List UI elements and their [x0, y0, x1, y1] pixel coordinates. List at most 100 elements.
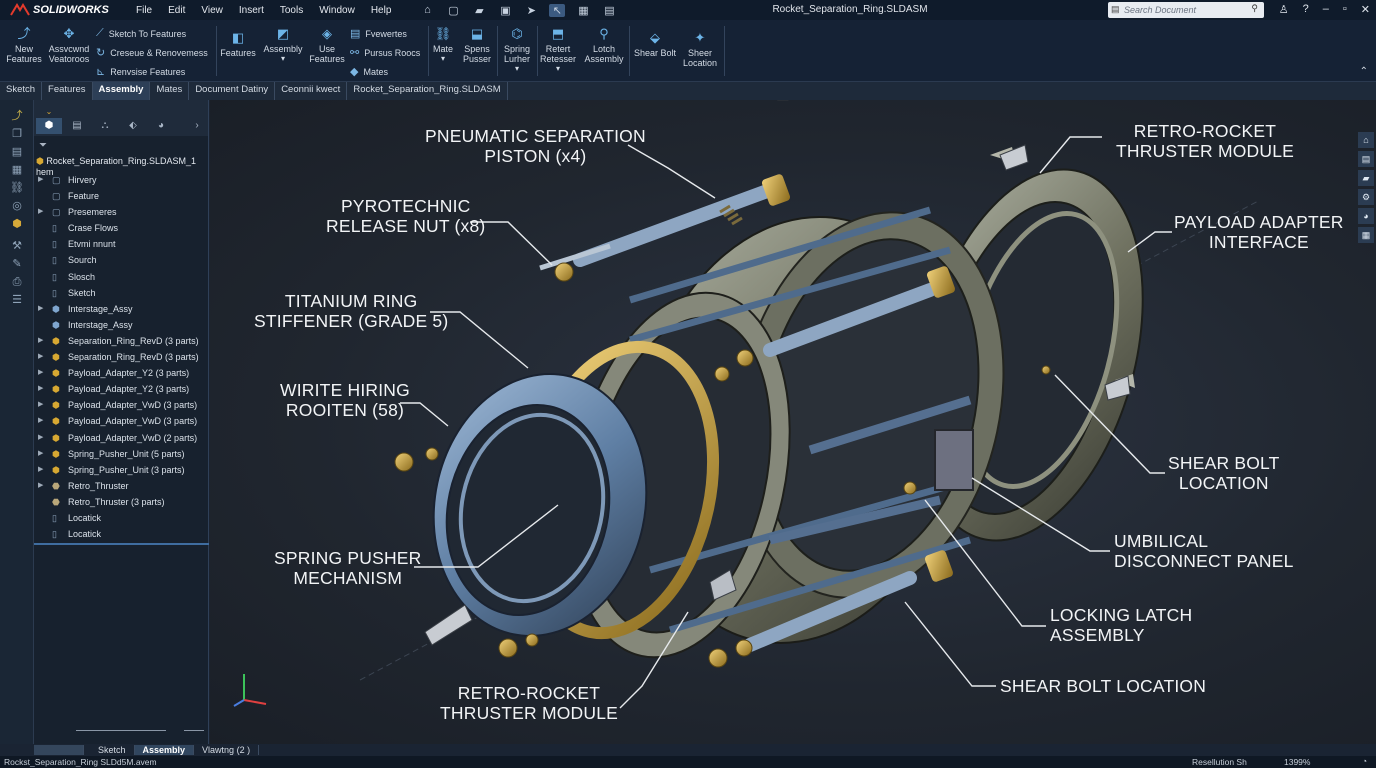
- tree-item[interactable]: ▯ Locatick: [34, 510, 209, 526]
- expand-arrow-icon[interactable]: ▶: [38, 365, 43, 381]
- design-library-tab-icon[interactable]: ▤: [1358, 151, 1374, 167]
- copy-icon[interactable]: ❐: [6, 126, 28, 142]
- filter-icon[interactable]: ⏷: [39, 140, 47, 151]
- grid-icon[interactable]: ▦: [6, 162, 28, 178]
- new-features-button[interactable]: ⤴ New Features: [6, 26, 42, 64]
- view-settings-icon[interactable]: ▭: [863, 100, 879, 101]
- expand-arrow-icon[interactable]: ▶: [38, 381, 43, 397]
- umbilical-panel[interactable]: [934, 429, 974, 491]
- tree-item[interactable]: ▶ ⬣ Retro_Thruster: [34, 478, 209, 494]
- expand-panel-icon[interactable]: ›: [184, 118, 210, 134]
- restore-icon[interactable]: ▫: [1343, 3, 1347, 16]
- edit-icon[interactable]: ✎: [6, 256, 28, 272]
- status-icon[interactable]: ◔: [1362, 756, 1367, 766]
- expand-arrow-icon[interactable]: ▶: [38, 204, 43, 220]
- tree-item[interactable]: ▢ Feature: [34, 188, 209, 204]
- options-icon[interactable]: ▤: [601, 4, 617, 17]
- open-folder-icon[interactable]: ▰: [471, 4, 487, 17]
- feature-tree-tab-icon[interactable]: ⬢: [36, 118, 62, 134]
- shear-bolt-button[interactable]: ⬙ Shear Bolt: [632, 30, 678, 58]
- file-explorer-tab-icon[interactable]: ▰: [1358, 170, 1374, 186]
- scene-icon[interactable]: ✺: [841, 100, 857, 101]
- tree-item[interactable]: ▯ Sourch: [34, 252, 209, 268]
- assembly-button[interactable]: ◩ Assembly ▾: [260, 26, 306, 64]
- layers-icon[interactable]: ▤: [6, 144, 28, 160]
- print-icon[interactable]: ⎙: [6, 274, 28, 290]
- tree-item[interactable]: ▯ Locatick: [34, 526, 209, 542]
- sketch-to-features-button[interactable]: ⟋ Sketch To Features: [96, 27, 186, 40]
- tree-item[interactable]: ▶ ⬢ Separation_Ring_RevD (3 parts): [34, 333, 209, 349]
- save-icon[interactable]: ▣: [497, 4, 513, 17]
- sheer-location-button[interactable]: ✦ Sheer Location: [680, 30, 720, 68]
- tree-item[interactable]: ▯ Etvmi nnunt: [34, 236, 209, 252]
- revise-features-button[interactable]: ⊾ Renvsise Features: [96, 65, 185, 78]
- tree-item[interactable]: ▶ ⬢ Spring_Pusher_Unit (5 parts): [34, 446, 209, 462]
- menu-window[interactable]: Window: [311, 5, 363, 16]
- display-style-icon[interactable]: ⬛: [775, 100, 791, 101]
- menu-file[interactable]: File: [128, 5, 160, 16]
- tree-item[interactable]: ⬢ Interstage_Assy: [34, 317, 209, 333]
- zoom-area-icon[interactable]: ⚲: [687, 100, 703, 101]
- retert-retesser-button[interactable]: ⬒ Retert Retesser ▾: [540, 26, 576, 74]
- tree-item[interactable]: ▶ ⬢ Separation_Ring_RevD (3 parts): [34, 349, 209, 365]
- expand-arrow-icon[interactable]: ▶: [38, 462, 43, 478]
- expand-arrow-icon[interactable]: ▶: [38, 446, 43, 462]
- tree-item[interactable]: ▯ Sketch: [34, 285, 209, 301]
- previous-view-icon[interactable]: ⤺: [709, 100, 725, 101]
- expand-arrow-icon[interactable]: ▶: [38, 333, 43, 349]
- menu-help[interactable]: Help: [363, 5, 400, 16]
- tree-item[interactable]: ▶ ⬢ Payload_Adapter_Y2 (3 parts): [34, 381, 209, 397]
- tab-bottom-sketch[interactable]: Sketch: [90, 745, 135, 755]
- view-palette-tab-icon[interactable]: ⚙: [1358, 189, 1374, 205]
- link-icon[interactable]: ⛓: [6, 180, 28, 196]
- tree-item[interactable]: ▶ ⬢ Payload_Adapter_Y2 (3 parts): [34, 365, 209, 381]
- menu-insert[interactable]: Insert: [231, 5, 272, 16]
- appearances-tab-icon[interactable]: ◕: [1358, 208, 1374, 224]
- property-manager-tab-icon[interactable]: ▤: [64, 118, 90, 134]
- expand-arrow-icon[interactable]: ▶: [38, 430, 43, 446]
- tab-ceonnii-kwect[interactable]: Ceonnii kwect: [275, 82, 348, 100]
- zoom-to-fit-icon[interactable]: ⚲: [665, 100, 681, 101]
- tree-item[interactable]: ▶ ⬢ Payload_Adapter_VwD (2 parts): [34, 430, 209, 446]
- close-icon[interactable]: ✕: [1361, 3, 1370, 16]
- expand-arrow-icon[interactable]: ▶: [38, 397, 43, 413]
- resources-tab-icon[interactable]: ⌂: [1358, 132, 1374, 148]
- user-icon[interactable]: ♙: [1279, 3, 1289, 16]
- spens-pusser-button[interactable]: ⬓ Spens Pusser: [460, 26, 494, 64]
- use-features-button[interactable]: ◈ Use Features: [308, 26, 346, 64]
- tab-features[interactable]: Features: [42, 82, 93, 100]
- tab-mates[interactable]: Mates: [150, 82, 190, 100]
- sketch-tool-icon[interactable]: ⤴: [6, 108, 28, 124]
- panel-scrollbar-end[interactable]: [184, 730, 204, 731]
- tab-document[interactable]: Rocket_Separation_Ring.SLDASM: [347, 82, 508, 100]
- create-renovemess-button[interactable]: ↻ Creseue & Renovemess: [96, 46, 208, 59]
- home-icon[interactable]: ⌂: [419, 4, 435, 16]
- tree-item[interactable]: ⬣ Retro_Thruster (3 parts): [34, 494, 209, 510]
- target-icon[interactable]: ◎: [6, 198, 28, 214]
- help-icon[interactable]: ?: [1303, 3, 1309, 16]
- menu-edit[interactable]: Edit: [160, 5, 193, 16]
- search-icon[interactable]: ⚲: [1251, 3, 1258, 14]
- hide-show-icon[interactable]: ⬗: [797, 100, 813, 101]
- tab-document-datiny[interactable]: Document Datiny: [189, 82, 276, 100]
- wrench-icon[interactable]: ⚒: [6, 238, 28, 254]
- tree-item[interactable]: ▯ Slosch: [34, 269, 209, 285]
- collapse-ribbon-icon[interactable]: ⌃: [1360, 66, 1368, 77]
- minimize-icon[interactable]: –: [1323, 3, 1329, 16]
- solidworks-logo[interactable]: SOLIDWORKS: [0, 3, 128, 17]
- view-orientation-icon[interactable]: ⬚: [753, 100, 769, 101]
- list-icon[interactable]: ☰: [6, 292, 28, 308]
- tree-item[interactable]: ▶ ⬢ Interstage_Assy: [34, 301, 209, 317]
- rebuild-icon[interactable]: ▦: [575, 4, 591, 17]
- panel-scrollbar[interactable]: [76, 730, 166, 731]
- menu-tools[interactable]: Tools: [272, 5, 311, 16]
- lotch-assembly-button[interactable]: ⚲ Lotch Assembly: [582, 26, 626, 64]
- part-icon[interactable]: ⬢: [6, 216, 28, 232]
- expand-arrow-icon[interactable]: ▶: [38, 301, 43, 317]
- pointer-icon[interactable]: ↖: [549, 3, 566, 17]
- graphics-area[interactable]: ⚲ ⚲ ⤺ ⧄ ⬚ ⬛ ⬗ ◕ ✺ ▭ ▫ ▫ – ▫ ✕ ⌂ ▤ ▰ ⚙ ◕ …: [210, 100, 1376, 744]
- mate-button[interactable]: ⛓ Mate ▾: [430, 26, 456, 64]
- tree-item[interactable]: ▶ ▢ Presemeres: [34, 204, 209, 220]
- configuration-tab-icon[interactable]: ⛬: [92, 118, 118, 134]
- custom-properties-tab-icon[interactable]: ▦: [1358, 227, 1374, 243]
